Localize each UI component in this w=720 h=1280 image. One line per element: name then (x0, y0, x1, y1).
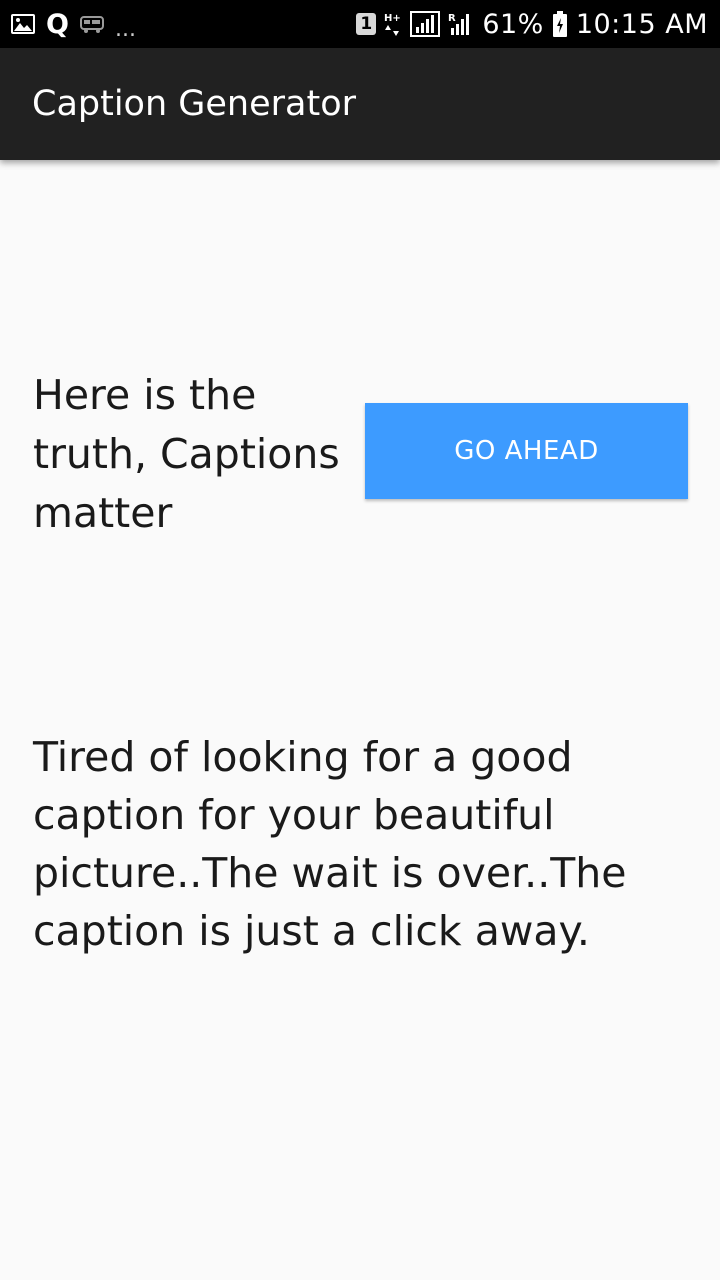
battery-percent: 61% (482, 8, 544, 40)
app-title: Caption Generator (32, 84, 357, 124)
sim-badge: 1 (356, 13, 377, 35)
app-bar: Caption Generator (0, 48, 720, 160)
signal-icon (410, 10, 441, 38)
data-arrows-icon: H+ (384, 11, 402, 37)
svg-text:H+: H+ (384, 13, 401, 24)
more-notifications-indicator: ... (114, 16, 136, 42)
signal-roaming-icon: R (448, 10, 474, 38)
svg-text:R: R (448, 13, 456, 24)
status-bar: Q ... 1 H+ R 61% 10:15 AM (0, 0, 720, 48)
gallery-icon (10, 13, 36, 35)
clock: 10:15 AM (575, 8, 708, 40)
battery-icon (552, 10, 568, 38)
description-text: Tired of looking for a good caption for … (33, 733, 627, 955)
status-bar-right: 1 H+ R 61% 10:15 AM (356, 0, 708, 48)
status-bar-left: Q ... (10, 0, 136, 48)
headline-text: Here is the truth, Captions matter (33, 371, 340, 537)
go-ahead-button[interactable]: GO AHEAD (365, 403, 688, 499)
bus-icon (79, 14, 105, 34)
q-notification-icon: Q (46, 8, 69, 40)
